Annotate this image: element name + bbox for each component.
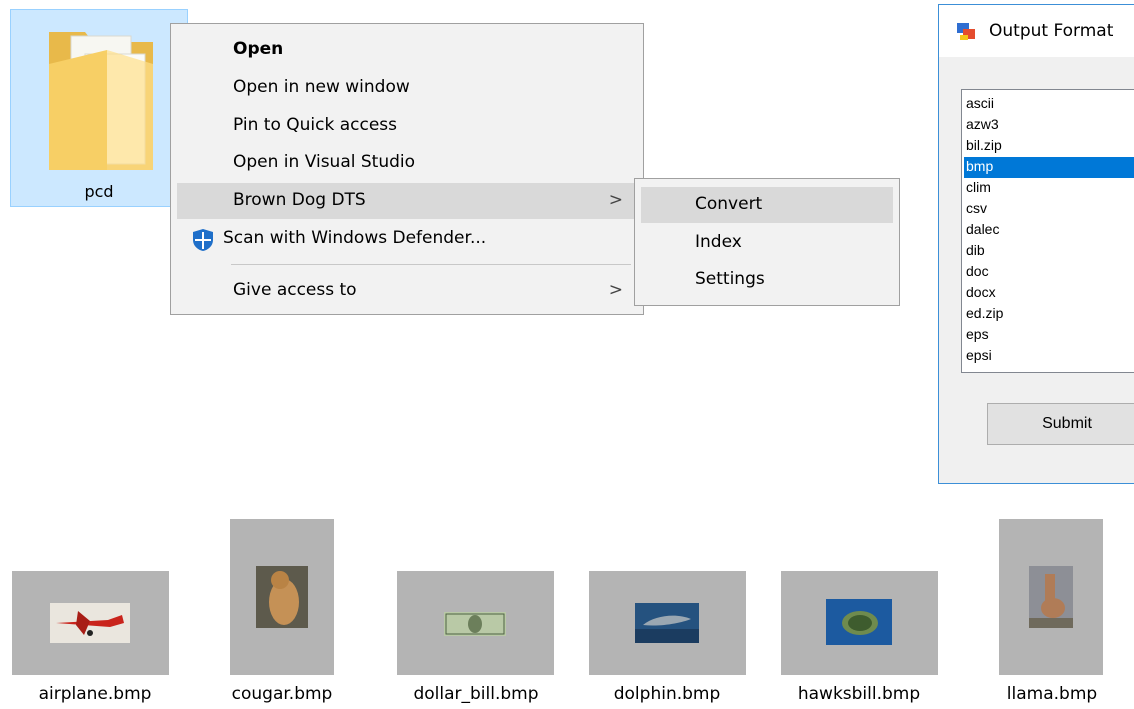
format-option[interactable]: dib [964, 241, 1134, 262]
file-name[interactable]: llama.bmp [957, 684, 1134, 704]
thumbnail-dollar-bill[interactable] [397, 571, 554, 675]
file-name[interactable]: cougar.bmp [187, 684, 377, 704]
title-bar[interactable]: Output Format [939, 5, 1134, 57]
submit-button[interactable]: Submit [987, 403, 1134, 445]
thumbnail-llama[interactable] [999, 519, 1103, 675]
format-option[interactable]: epsi [964, 346, 1134, 367]
format-option[interactable]: azw3 [964, 115, 1134, 136]
menu-item-pin-quick-access[interactable]: Pin to Quick access [177, 108, 637, 144]
folder-name: pcd [84, 182, 114, 201]
chevron-right-icon: > [608, 280, 623, 300]
format-option[interactable]: ascii [964, 94, 1134, 115]
format-option-selected[interactable]: bmp [964, 157, 1134, 178]
folder-pcd[interactable]: pcd [10, 9, 188, 207]
menu-item-brown-dog-dts[interactable]: Brown Dog DTS > [177, 183, 637, 219]
shield-icon [193, 229, 213, 251]
menu-item-open-new-window[interactable]: Open in new window [177, 70, 637, 106]
file-name[interactable]: airplane.bmp [0, 684, 190, 704]
folder-icon [49, 32, 153, 170]
format-option[interactable]: docx [964, 283, 1134, 304]
format-option[interactable]: csv [964, 199, 1134, 220]
app-icon [957, 23, 975, 40]
thumbnail-cougar[interactable] [230, 519, 334, 675]
format-option[interactable]: dalec [964, 220, 1134, 241]
format-option[interactable]: bil.zip [964, 136, 1134, 157]
thumbnail-airplane[interactable] [12, 571, 169, 675]
thumbnail-hawksbill[interactable] [781, 571, 938, 675]
chevron-right-icon: > [608, 190, 623, 210]
dollar-bill-image [444, 612, 506, 636]
file-name[interactable]: hawksbill.bmp [764, 684, 954, 704]
menu-separator [231, 264, 631, 265]
context-menu: Open Open in new window Pin to Quick acc… [170, 23, 644, 315]
llama-image [1029, 566, 1073, 628]
window-title: Output Format [989, 21, 1114, 41]
submenu-item-convert[interactable]: Convert [641, 187, 893, 223]
menu-item-open[interactable]: Open [177, 32, 637, 68]
airplane-image [50, 603, 130, 643]
format-listbox[interactable]: ascii azw3 bil.zip bmp clim csv dalec di… [961, 89, 1134, 373]
thumbnail-dolphin[interactable] [589, 571, 746, 675]
menu-item-scan-defender[interactable]: Scan with Windows Defender... [177, 221, 637, 257]
hawksbill-image [826, 599, 892, 645]
format-option[interactable]: eps [964, 325, 1134, 346]
cougar-image [256, 566, 308, 628]
format-option[interactable]: ed.zip [964, 304, 1134, 325]
file-name[interactable]: dollar_bill.bmp [381, 684, 571, 704]
output-format-window: Output Format ascii azw3 bil.zip bmp cli… [938, 4, 1134, 484]
dolphin-image [635, 603, 699, 643]
file-name[interactable]: dolphin.bmp [572, 684, 762, 704]
menu-item-give-access[interactable]: Give access to > [177, 273, 637, 309]
submenu-item-settings[interactable]: Settings [641, 262, 893, 298]
submenu-brown-dog: Convert Index Settings [634, 178, 900, 306]
menu-item-open-visual-studio[interactable]: Open in Visual Studio [177, 145, 637, 181]
submenu-item-index[interactable]: Index [641, 225, 893, 261]
format-option[interactable]: doc [964, 262, 1134, 283]
format-option[interactable]: clim [964, 178, 1134, 199]
